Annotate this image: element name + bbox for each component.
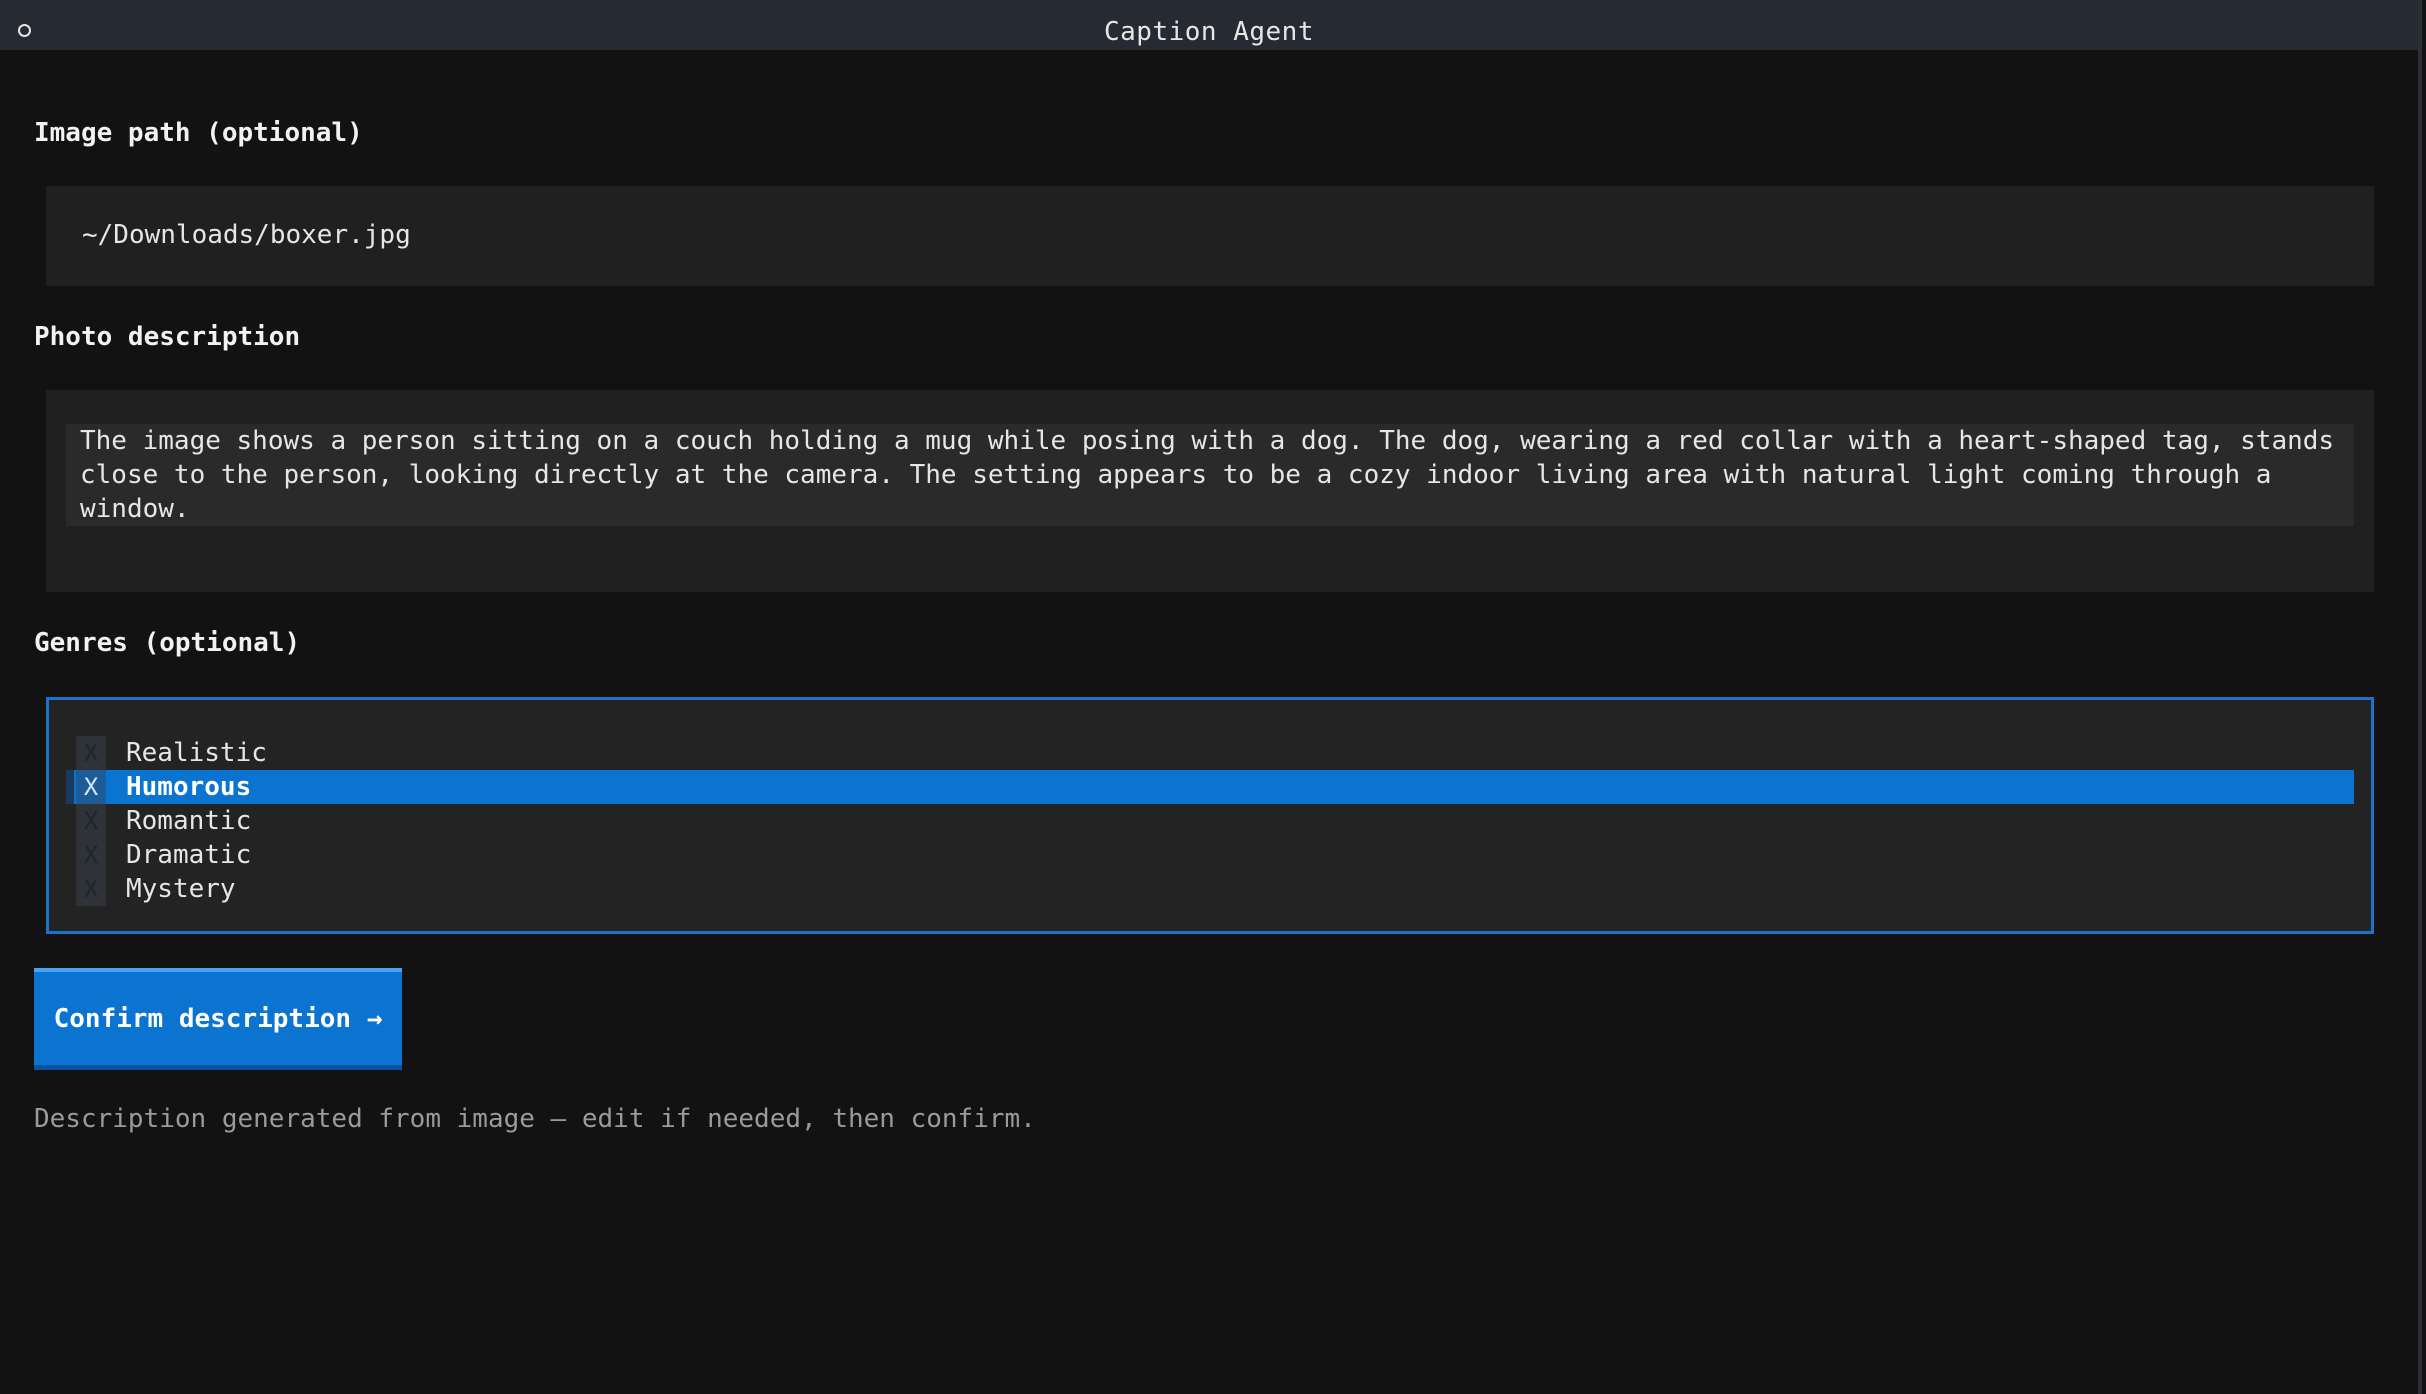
circle-icon[interactable] [18,24,31,37]
genres-label: Genres (optional) [34,628,301,658]
genre-item-dramatic[interactable]: X Dramatic [66,838,2354,872]
checkbox-x-icon[interactable]: X [76,872,106,906]
genre-item-humorous[interactable]: X Humorous [66,770,2354,804]
genre-item-mystery[interactable]: X Mystery [66,872,2354,906]
genres-list[interactable]: X Realistic X Humorous X Romantic X Dram… [46,697,2374,934]
genre-item-realistic[interactable]: X Realistic [66,736,2354,770]
description-label: Photo description [34,322,301,352]
status-message: Description generated from image — edit … [34,1104,1036,1134]
checkbox-x-icon[interactable]: X [76,838,106,872]
genre-label: Humorous [126,772,252,802]
image-path-label: Image path (optional) [34,118,363,148]
checkbox-x-icon[interactable]: X [76,804,106,838]
genre-label: Dramatic [126,840,252,870]
checkbox-x-icon[interactable]: X [76,736,106,770]
title-bar: Caption Agent [0,0,2418,50]
app-window: Caption Agent Image path (optional) ~/Do… [0,0,2422,1394]
checkbox-x-icon[interactable]: X [76,770,106,804]
window-title: Caption Agent [1104,17,1314,47]
description-text: The image shows a person sitting on a co… [66,424,2354,526]
genre-label: Romantic [126,806,252,836]
image-path-value: ~/Downloads/boxer.jpg [82,220,411,250]
genre-label: Mystery [126,874,236,904]
genre-item-romantic[interactable]: X Romantic [66,804,2354,838]
genre-label: Realistic [126,738,267,768]
image-path-input[interactable]: ~/Downloads/boxer.jpg [46,186,2374,286]
confirm-description-button[interactable]: Confirm description → [34,968,402,1070]
description-textarea[interactable]: The image shows a person sitting on a co… [46,390,2374,592]
